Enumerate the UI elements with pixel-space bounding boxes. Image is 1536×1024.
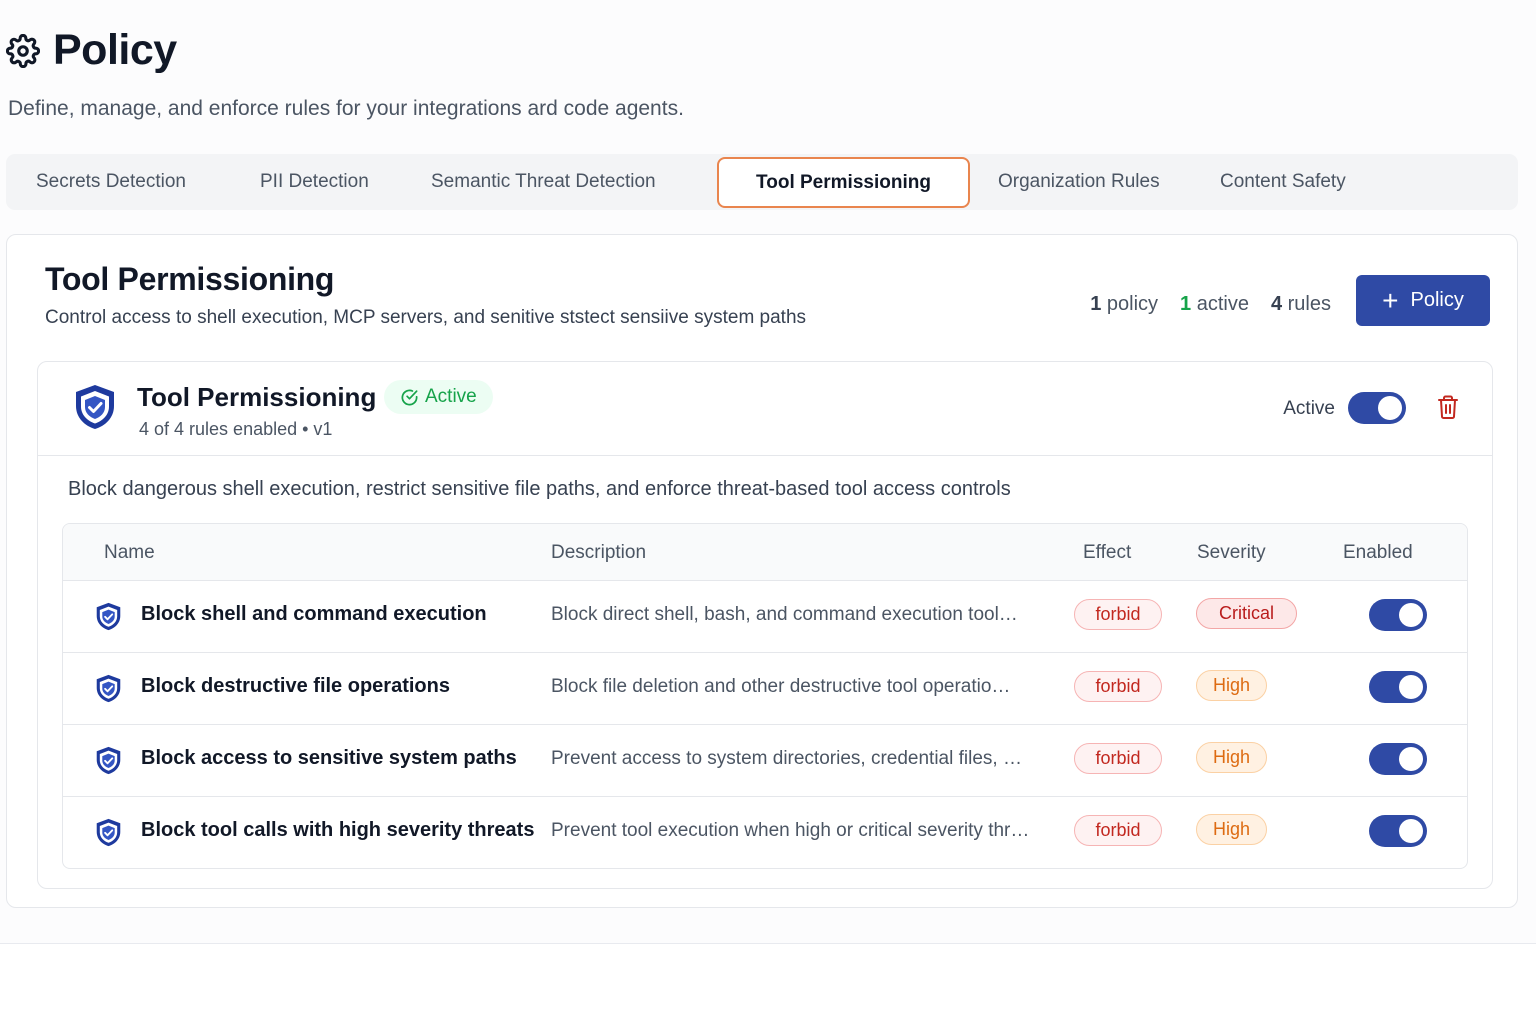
rule-name: Block shell and command execution	[141, 603, 487, 625]
rule-name: Block access to sensitive system paths	[141, 747, 517, 769]
page-subtitle: Define, manage, and enforce rules for yo…	[8, 97, 684, 120]
effect-badge: forbid	[1074, 815, 1162, 846]
severity-badge: High	[1196, 814, 1267, 845]
severity-badge: High	[1196, 742, 1267, 773]
rule-description: Block direct shell, bash, and command ex…	[551, 604, 1018, 625]
rule-description: Block file deletion and other destructiv…	[551, 676, 1011, 697]
policy-tabs: Secrets Detection PII Detection Semantic…	[6, 154, 1518, 210]
rule-description: Prevent tool execution when high or crit…	[551, 820, 1030, 841]
rule-description: Prevent access to system directories, cr…	[551, 748, 1022, 769]
rule-enabled-toggle[interactable]	[1369, 815, 1427, 847]
policy-card: Tool Permissioning Active 4 of 4 rules e…	[37, 361, 1493, 889]
severity-badge: High	[1196, 670, 1267, 701]
tab-tool-permissioning[interactable]: Tool Permissioning	[717, 157, 970, 208]
tab-organization-rules[interactable]: Organization Rules	[998, 154, 1160, 210]
shield-check-icon	[96, 818, 121, 847]
gear-icon	[6, 33, 40, 68]
check-circle-icon	[401, 389, 418, 405]
rule-enabled-toggle[interactable]	[1369, 671, 1427, 703]
rules-table: Name Description Effect Severity Enabled…	[62, 523, 1468, 869]
shield-check-icon	[96, 602, 121, 631]
policy-toggle-label: Active	[1283, 398, 1335, 419]
tab-pii-detection[interactable]: PII Detection	[260, 154, 369, 210]
plus-icon: +	[1382, 284, 1399, 316]
tab-semantic-threat-detection[interactable]: Semantic Threat Detection	[431, 154, 656, 210]
stat-active: 1 active	[1180, 293, 1249, 315]
stat-policies: 1 policy	[1090, 293, 1159, 315]
shield-check-icon	[96, 746, 121, 775]
tool-permissioning-panel: Tool Permissioning Control access to she…	[6, 234, 1518, 908]
table-row[interactable]: Block access to sensitive system paths P…	[63, 725, 1467, 797]
table-row[interactable]: Block shell and command execution Block …	[63, 581, 1467, 653]
trash-icon[interactable]	[1436, 394, 1460, 420]
column-header-enabled: Enabled	[1343, 542, 1413, 563]
rule-enabled-toggle[interactable]	[1369, 743, 1427, 775]
section-description: Control access to shell execution, MCP s…	[45, 307, 807, 328]
column-header-effect: Effect	[1083, 542, 1132, 563]
title-row: Policy	[6, 26, 684, 75]
column-header-name: Name	[104, 542, 155, 563]
policy-stats: 1 policy 1 active 4 rules	[1090, 293, 1331, 316]
table-row[interactable]: Block tool calls with high severity thre…	[63, 797, 1467, 868]
rule-name: Block destructive file operations	[141, 675, 450, 697]
policy-card-header: Tool Permissioning Active 4 of 4 rules e…	[38, 362, 1492, 456]
status-badge-label: Active	[425, 386, 477, 407]
severity-badge: Critical	[1196, 598, 1297, 629]
shield-check-icon	[76, 385, 114, 429]
page-header: Policy Define, manage, and enforce rules…	[6, 26, 684, 121]
status-badge: Active	[384, 380, 493, 414]
effect-badge: forbid	[1074, 743, 1162, 774]
rule-name: Block tool calls with high severity thre…	[141, 819, 535, 841]
rule-enabled-toggle[interactable]	[1369, 599, 1427, 631]
column-header-description: Description	[551, 542, 647, 563]
policy-description: Block dangerous shell execution, restric…	[68, 478, 1011, 500]
page-title: Policy	[53, 26, 177, 74]
add-policy-label: Policy	[1410, 289, 1464, 311]
tab-content-safety[interactable]: Content Safety	[1220, 154, 1346, 210]
effect-badge: forbid	[1074, 671, 1162, 702]
shield-check-icon	[96, 674, 121, 703]
policy-name: Tool Permissioning	[137, 382, 377, 412]
column-header-severity: Severity	[1197, 542, 1266, 563]
add-policy-button[interactable]: + Policy	[1356, 275, 1490, 326]
policy-meta: 4 of 4 rules enabled • v1	[139, 419, 333, 439]
policy-active-toggle[interactable]	[1348, 392, 1406, 424]
table-header: Name Description Effect Severity Enabled	[63, 524, 1467, 581]
tab-secrets-detection[interactable]: Secrets Detection	[36, 154, 186, 210]
section-title: Tool Permissioning	[45, 261, 335, 297]
effect-badge: forbid	[1074, 599, 1162, 630]
table-row[interactable]: Block destructive file operations Block …	[63, 653, 1467, 725]
stat-rules: 4 rules	[1270, 293, 1331, 315]
